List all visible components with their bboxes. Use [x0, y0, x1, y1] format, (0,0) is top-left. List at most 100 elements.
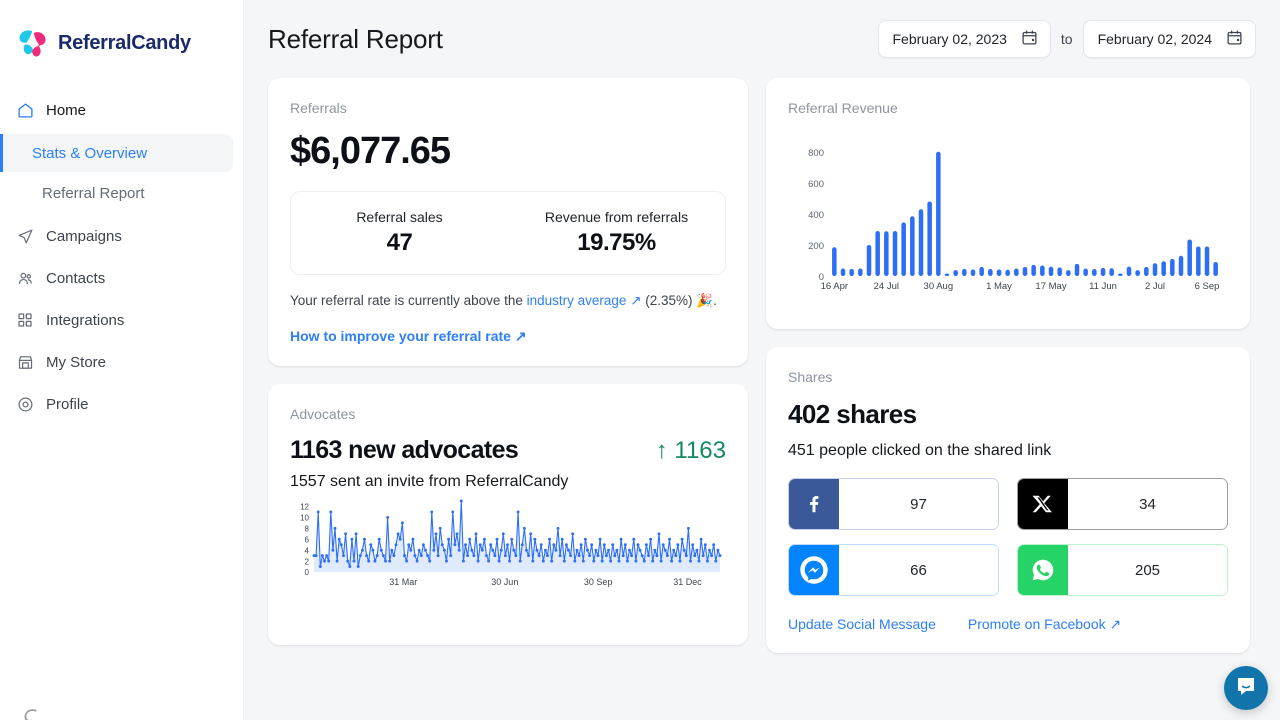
referral-revenue-card-label: Referral Revenue — [788, 100, 1228, 116]
svg-text:31 Mar: 31 Mar — [389, 577, 417, 587]
sidebar-subitem-label: Stats & Overview — [32, 145, 147, 162]
referral-rate-note: Your referral rate is currently above th… — [290, 291, 726, 312]
date-from-value: February 02, 2023 — [893, 31, 1007, 47]
calendar-icon[interactable] — [1226, 29, 1243, 49]
shares-subtext: 451 people clicked on the shared link — [788, 442, 1228, 460]
advocates-card-label: Advocates — [290, 406, 726, 422]
shares-card: Shares 402 shares 451 people clicked on … — [766, 347, 1250, 653]
advocates-footer-link[interactable] — [290, 609, 294, 625]
sidebar-item-stats-overview[interactable]: Stats & Overview — [0, 134, 233, 172]
referralcandy-logo-icon — [16, 28, 50, 58]
send-icon — [16, 227, 34, 245]
shares-headline: 402 shares — [788, 399, 1228, 430]
advocates-headline: 1163 new advocates — [290, 436, 518, 465]
referral-sales-label: Referral sales — [356, 209, 442, 225]
share-channel-messenger[interactable]: 66 — [788, 544, 999, 596]
external-link-arrow-icon[interactable]: ↗ — [630, 293, 641, 308]
svg-text:6 Sep: 6 Sep — [1195, 281, 1220, 292]
facebook-icon — [789, 479, 839, 529]
user-circle-icon — [16, 395, 34, 413]
grid-icon — [16, 311, 34, 329]
sidebar-item-referral-report[interactable]: Referral Report — [10, 174, 233, 212]
advocates-line-chart: 12108642031 Mar30 Jun30 Sep31 Dec — [290, 495, 726, 590]
sidebar-item-profile[interactable]: Profile — [0, 386, 243, 422]
sidebar-item-home[interactable]: Home — [0, 92, 243, 128]
svg-text:10: 10 — [300, 514, 309, 523]
svg-text:12: 12 — [300, 503, 309, 512]
referralcandy-corner-logo-icon — [22, 708, 52, 720]
store-icon — [16, 353, 34, 371]
share-channel-whatsapp[interactable]: 205 — [1017, 544, 1228, 596]
whatsapp-icon — [1018, 545, 1068, 595]
date-range-picker: February 02, 2023 to February 02, 2024 — [878, 20, 1257, 58]
share-count-messenger: 66 — [839, 545, 998, 595]
svg-text:30 Jun: 30 Jun — [491, 577, 518, 587]
date-from-field[interactable]: February 02, 2023 — [878, 20, 1051, 58]
social-share-grid: 97 34 66 — [788, 478, 1228, 596]
svg-text:8: 8 — [305, 524, 310, 533]
share-count-x: 34 — [1068, 479, 1227, 529]
svg-text:16 Apr: 16 Apr — [821, 281, 848, 292]
home-icon — [16, 101, 34, 119]
calendar-icon[interactable] — [1021, 29, 1038, 49]
shares-card-label: Shares — [788, 369, 1228, 385]
share-channel-x[interactable]: 34 — [1017, 478, 1228, 530]
svg-text:400: 400 — [808, 210, 824, 221]
improve-referral-rate-link[interactable]: How to improve your referral rate ↗ — [290, 328, 527, 345]
share-count-whatsapp: 205 — [1068, 545, 1227, 595]
advocates-footer-links — [290, 609, 726, 625]
referral-revenue-chart: 020040060080016 Apr24 Jul30 Aug1 May17 M… — [788, 130, 1228, 309]
page-header: Referral Report February 02, 2023 to Feb… — [268, 0, 1256, 78]
svg-text:11 Jun: 11 Jun — [1089, 281, 1117, 292]
sidebar-item-label: Campaigns — [46, 228, 122, 245]
referrals-card: Referrals $6,077.65 Referral sales 47 Re… — [268, 78, 748, 366]
svg-text:30 Sep: 30 Sep — [584, 577, 613, 587]
users-icon — [16, 269, 34, 287]
shares-footer-links: Update Social Message Promote on Faceboo… — [788, 616, 1228, 633]
industry-average-link[interactable]: industry average — [527, 293, 631, 308]
sidebar-item-contacts[interactable]: Contacts — [0, 260, 243, 296]
sidebar-item-label: Contacts — [46, 270, 105, 287]
sidebar-item-campaigns[interactable]: Campaigns — [0, 218, 243, 254]
share-channel-facebook[interactable]: 97 — [788, 478, 999, 530]
promote-on-facebook-link[interactable]: Promote on Facebook ↗ — [968, 616, 1121, 633]
page-title: Referral Report — [268, 24, 443, 55]
sidebar-item-my-store[interactable]: My Store — [0, 344, 243, 380]
note-suffix: (2.35%) 🎉. — [642, 293, 717, 308]
referrals-amount: $6,077.65 — [290, 130, 726, 173]
referral-revenue-card: Referral Revenue 020040060080016 Apr24 J… — [766, 78, 1250, 329]
advocates-subtext: 1557 sent an invite from ReferralCandy — [290, 473, 726, 491]
svg-text:17 May: 17 May — [1035, 281, 1066, 292]
svg-text:800: 800 — [808, 148, 824, 159]
revenue-from-referrals-stat: Revenue from referrals 19.75% — [508, 192, 725, 274]
messenger-icon — [789, 545, 839, 595]
advocates-card: Advocates 1163 new advocates ↑ 1163 1557… — [268, 384, 748, 645]
svg-text:6: 6 — [305, 535, 310, 544]
date-to-field[interactable]: February 02, 2024 — [1083, 20, 1256, 58]
advocates-delta: ↑ 1163 — [656, 437, 726, 465]
left-column: Referrals $6,077.65 Referral sales 47 Re… — [268, 78, 748, 653]
advocates-chart: 12108642031 Mar30 Jun30 Sep31 Dec — [290, 491, 726, 595]
referrals-stats-box: Referral sales 47 Revenue from referrals… — [290, 191, 726, 275]
intercom-chat-button[interactable] — [1224, 666, 1268, 710]
date-to-value: February 02, 2024 — [1098, 31, 1212, 47]
sidebar: ReferralCandy Home Stats & Overview Refe… — [0, 0, 244, 720]
brand-name: ReferralCandy — [58, 32, 191, 55]
svg-text:1 May: 1 May — [986, 281, 1012, 292]
svg-text:2: 2 — [305, 557, 310, 566]
svg-text:24 Jul: 24 Jul — [874, 281, 899, 292]
revenue-from-referrals-value: 19.75% — [577, 229, 655, 257]
brand-logo[interactable]: ReferralCandy — [0, 0, 243, 58]
svg-text:31 Dec: 31 Dec — [673, 577, 702, 587]
sidebar-item-integrations[interactable]: Integrations — [0, 302, 243, 338]
referrals-card-label: Referrals — [290, 100, 726, 116]
app-root: ReferralCandy Home Stats & Overview Refe… — [0, 0, 1280, 720]
update-social-message-link[interactable]: Update Social Message — [788, 616, 936, 633]
sidebar-item-label: Profile — [46, 396, 89, 413]
svg-text:4: 4 — [305, 546, 310, 555]
referral-revenue-bar-chart: 020040060080016 Apr24 Jul30 Aug1 May17 M… — [788, 134, 1228, 304]
right-column: Referral Revenue 020040060080016 Apr24 J… — [766, 78, 1250, 653]
svg-text:30 Aug: 30 Aug — [924, 281, 954, 292]
svg-text:200: 200 — [808, 241, 824, 252]
note-prefix: Your referral rate is currently above th… — [290, 293, 527, 308]
